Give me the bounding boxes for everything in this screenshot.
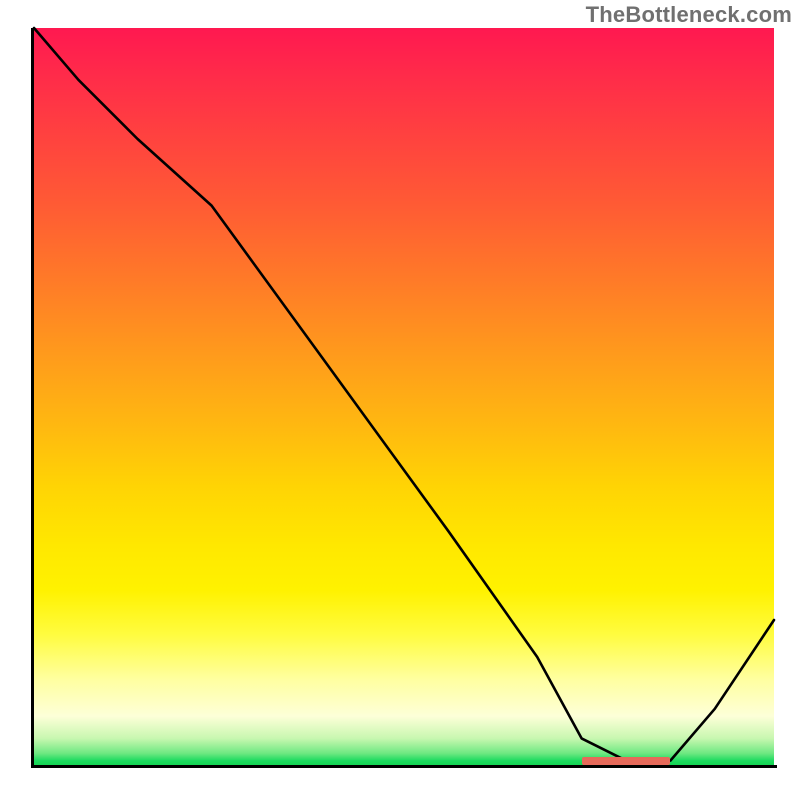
bottleneck-curve: [34, 28, 774, 768]
optimal-range-marker: [582, 757, 671, 765]
x-axis-line: [31, 765, 777, 768]
plot-area: [34, 28, 774, 768]
y-axis-line: [31, 28, 34, 768]
watermark-label: TheBottleneck.com: [586, 2, 792, 28]
chart-canvas: TheBottleneck.com: [0, 0, 800, 800]
